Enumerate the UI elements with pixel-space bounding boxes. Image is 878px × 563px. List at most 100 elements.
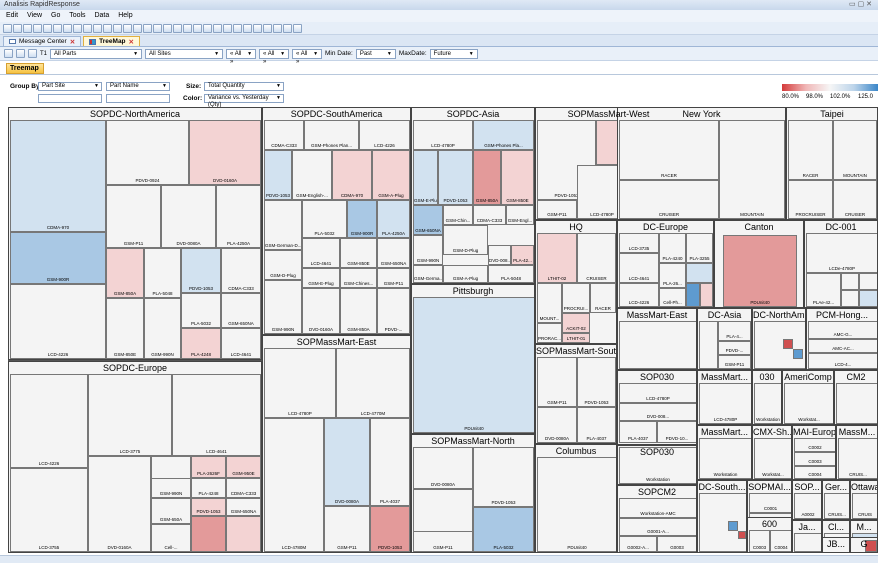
treemap-cell[interactable]: GSM-P11	[718, 355, 751, 369]
treemap-cell[interactable]: CRUISER	[577, 233, 616, 283]
treemap-cell[interactable]: PDUnit40	[413, 297, 534, 433]
treemap-cell[interactable]: DVD-008...	[488, 245, 511, 265]
treemap-cell[interactable]: DVD-008...	[619, 403, 696, 421]
treemap-cell[interactable]: PLA-26...	[659, 263, 686, 288]
treemap-cell[interactable]	[686, 283, 700, 307]
treemap-group[interactable]: SOPDC-Europe LCD-4226 LCD-3755 LCD-3775 LCD-…	[8, 361, 262, 553]
treemap-cell[interactable]: PLAe-42...	[806, 273, 841, 307]
treemap-cell[interactable]	[686, 263, 713, 283]
treemap-cell[interactable]: ACKIT-02	[562, 313, 590, 333]
treemap-cell[interactable]: LCD-4...	[808, 353, 877, 369]
treemap-cell[interactable]: Workstat...	[784, 383, 833, 424]
treemap-cell[interactable]: GSM-990N	[413, 235, 443, 265]
toolbar-button-icon[interactable]	[53, 23, 62, 33]
treemap-cell[interactable]: GSM-English-...	[292, 150, 332, 200]
treemap-cell[interactable]: GSM-A-Plug	[443, 265, 488, 283]
treemap-cell[interactable]: GSM-Phones Pla...	[473, 120, 534, 150]
treemap-cell[interactable]: GSM-850E	[501, 150, 534, 205]
close-icon[interactable]: ✕	[70, 38, 75, 46]
treemap-cell[interactable]	[191, 516, 226, 552]
treemap-cell[interactable]: GSM-990N	[264, 280, 302, 334]
toolbar-button-icon[interactable]	[163, 23, 172, 33]
treemap-cell[interactable]: Workstation	[699, 438, 751, 479]
treemap-cell[interactable]	[754, 321, 805, 369]
treemap-cell[interactable]: GSM-A-Plug	[372, 150, 410, 200]
treemap-cell[interactable]: PDVD-...	[718, 341, 751, 355]
treemap-group[interactable]: SOP030 LCD-4780P DVD-008... PLA-4037 PDVD-10…	[617, 370, 697, 445]
treemap-cell[interactable]: PDVD-...	[377, 288, 410, 334]
treemap-group[interactable]: SOPMassMart-NorthDVD-0080ALCD-4780PPDVD-…	[411, 434, 535, 553]
treemap-cell[interactable]: AMC-AC...	[808, 339, 877, 353]
treemap-cell[interactable]: GSM-D-Plug	[264, 250, 302, 280]
window-controls[interactable]: ▭ ▢ ✕	[849, 0, 872, 10]
toolbar-button-icon[interactable]	[133, 23, 142, 33]
treemap-cell[interactable]	[699, 493, 746, 552]
treemap-cell[interactable]: PLA-4037	[577, 407, 616, 443]
toolbar-button-icon[interactable]	[3, 23, 12, 33]
treemap-group[interactable]: CMX-Sh... Workstat...	[752, 425, 792, 480]
toolbar-button-icon[interactable]	[193, 23, 202, 33]
treemap-cell[interactable]: PLA-3255	[686, 233, 713, 263]
treemap-cell[interactable]: GSM-E-Plug	[413, 150, 438, 205]
treemap-group[interactable]: Columbus PDUnit40	[535, 444, 617, 553]
treemap-cell[interactable]: GSM-Phones Plan...	[304, 120, 359, 150]
treemap-cell[interactable]: CRUISER	[833, 180, 877, 219]
menu-data[interactable]: Data	[94, 12, 109, 19]
treemap-group[interactable]: DC-001 LCDe-4780P PLAe-42...	[804, 220, 878, 308]
all-select-1[interactable]: « All » ▼	[226, 48, 257, 65]
treemap-group[interactable]: SOPDC-NorthAmerica CDMA-970 GSM-900R LCD-42…	[8, 107, 262, 360]
treemap-cell[interactable]: PDVD-0924	[106, 120, 189, 185]
treemap-cell[interactable]: PROCRUISER	[788, 180, 833, 219]
treemap-cell[interactable]	[619, 321, 696, 369]
treemap-group[interactable]: DC-South...	[697, 480, 747, 553]
toolbar-button-icon[interactable]	[223, 23, 232, 33]
treemap-cell[interactable]: LCD-3735	[619, 233, 659, 253]
view-tab-treemap[interactable]: Treemap	[6, 63, 44, 74]
treemap-group[interactable]: SOPMassMart-South GSM-P11 PDVD-1053 PLA-403…	[535, 344, 617, 444]
treemap-cell[interactable]: DVD-0080A	[161, 185, 216, 248]
treemap-cell[interactable]: GSM-Chin...	[443, 205, 473, 225]
treemap-group[interactable]: New York RACER CRUISER MOUNTAIN	[617, 107, 786, 220]
treemap-cell[interactable]: GSM-950E	[226, 456, 261, 478]
group-by-select-2[interactable]: Part Name ▼	[106, 82, 170, 91]
treemap-group[interactable]: Ottawa CRUIS	[850, 480, 878, 520]
treemap-group[interactable]: MassMart... Workstation	[697, 425, 752, 480]
treemap-cell[interactable]: PDUnit40	[537, 457, 616, 552]
treemap-cell[interactable]: MOUNTAIN	[833, 120, 877, 180]
treemap-cell[interactable]: LCD-4641	[619, 253, 659, 283]
treemap-cell[interactable]: CDMA-C333	[264, 120, 304, 150]
toolbar-button-icon[interactable]	[83, 23, 92, 33]
treemap-cell[interactable]: GSM-P11	[106, 185, 161, 248]
treemap-cell[interactable]: GSM-900R	[347, 200, 377, 238]
treemap-group[interactable]: JB...	[822, 537, 850, 553]
menu-view[interactable]: View	[27, 12, 42, 19]
treemap-cell[interactable]: Cell-Ph...	[659, 288, 686, 307]
toolbar-button-icon[interactable]	[23, 23, 32, 33]
treemap-cell[interactable]	[859, 290, 877, 307]
treemap-group[interactable]: Taipei RACER MOUNTAIN PROCRUISER CRUISER	[786, 107, 878, 220]
treemap-cell[interactable]: GSM-Engl...	[506, 205, 534, 225]
treemap-cell[interactable]: GSM-P11	[537, 200, 577, 219]
treemap-cell[interactable]: PLA-4248	[191, 478, 226, 498]
treemap-group[interactable]: CM2	[834, 370, 878, 425]
menu-help[interactable]: Help	[118, 12, 132, 19]
treemap-group[interactable]: SOP030 Workstation	[617, 445, 697, 485]
toolbar-button-icon[interactable]	[253, 23, 262, 33]
treemap-cell[interactable]: GSM-D-Plug	[443, 225, 488, 255]
treemap-group[interactable]: PCM-Hong... AMC-G... AMC-AC... LCD-4...	[806, 308, 878, 370]
treemap-cell[interactable]: PDVD-1053	[264, 150, 292, 200]
treemap-cell[interactable]	[793, 349, 803, 359]
treemap-cell[interactable]: GSM-900R	[10, 232, 106, 284]
treemap-cell[interactable]: CDMA-970	[10, 120, 106, 232]
treemap-cell[interactable]: PDVD-1053	[181, 248, 221, 293]
toolbar-button-icon[interactable]	[243, 23, 252, 33]
max-date-select[interactable]: Future ▼	[429, 48, 478, 59]
part-filter-select[interactable]: All Parts ▼	[50, 48, 143, 59]
treemap-cell[interactable]: Workstation-AMC	[619, 498, 696, 518]
treemap-cell[interactable]: LCD-4780P	[413, 120, 473, 150]
treemap-cell[interactable]	[226, 516, 261, 552]
treemap-cell[interactable]: LCD-4780M	[264, 418, 324, 552]
treemap-cell[interactable]: Cell-...	[151, 524, 191, 552]
toolbar-button-icon[interactable]	[173, 23, 182, 33]
toolbar-button-icon[interactable]	[43, 23, 52, 33]
